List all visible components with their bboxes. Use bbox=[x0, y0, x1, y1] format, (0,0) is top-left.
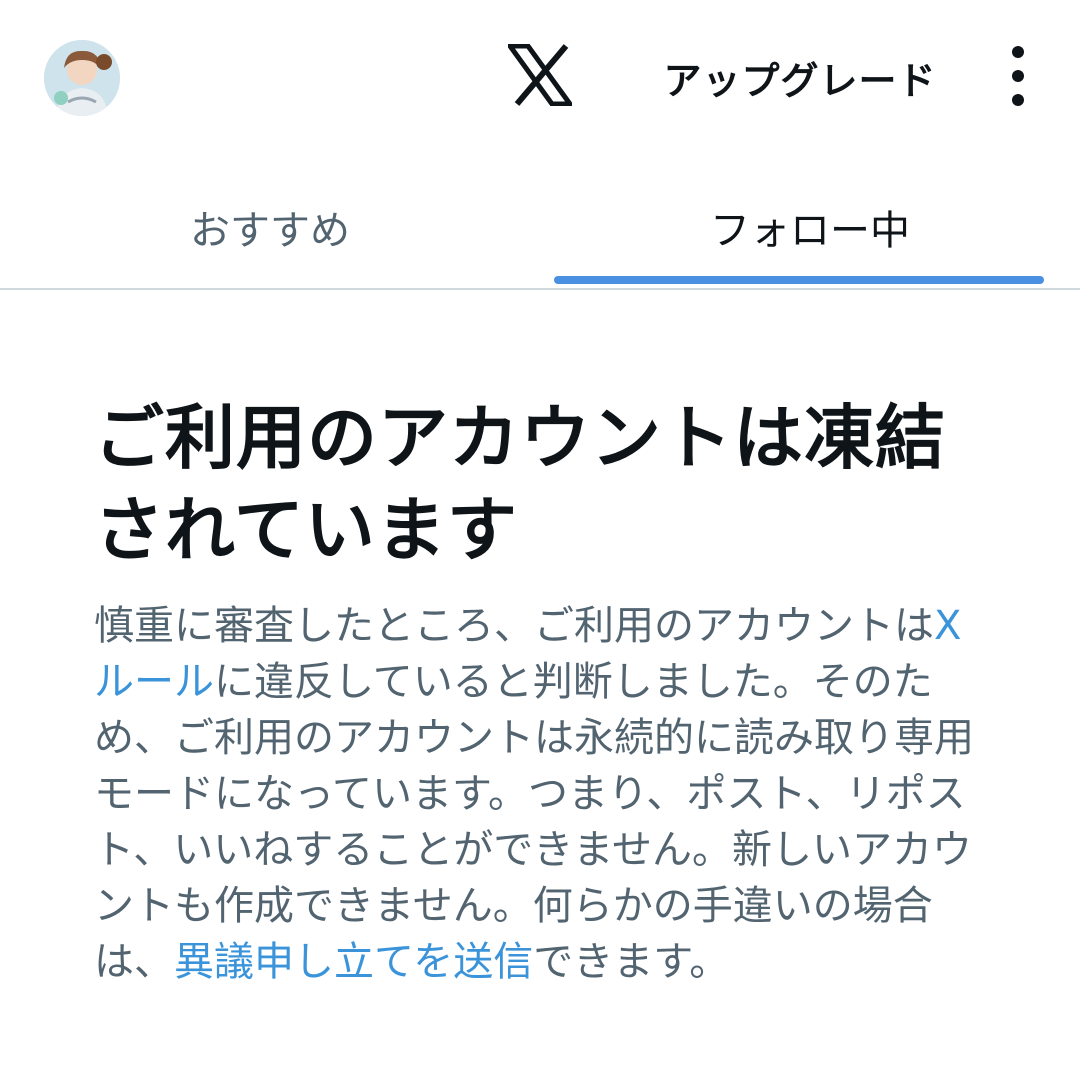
notice-body-text: 慎重に審査したところ、ご利用のアカウントは bbox=[94, 603, 934, 649]
notice-body: 慎重に審査したところ、ご利用のアカウントはXルールに違反していると判断しました。… bbox=[94, 598, 984, 990]
active-tab-indicator bbox=[554, 276, 1044, 284]
notice-body-text: できます。 bbox=[533, 939, 730, 985]
appeal-link[interactable]: 異議申し立てを送信 bbox=[174, 939, 533, 985]
tab-for-you[interactable]: おすすめ bbox=[0, 180, 540, 288]
more-vertical-icon[interactable] bbox=[996, 46, 1040, 106]
tab-following[interactable]: フォロー中 bbox=[540, 180, 1080, 288]
notice-title: ご利用のアカウントは凍結されています bbox=[94, 397, 946, 571]
avatar[interactable] bbox=[44, 40, 120, 116]
upgrade-button[interactable]: アップグレード bbox=[640, 50, 960, 104]
timeline-tabs: おすすめ フォロー中 bbox=[0, 180, 1080, 290]
x-logo-icon[interactable] bbox=[505, 43, 575, 107]
more-dot bbox=[1012, 46, 1024, 58]
more-dot bbox=[1012, 70, 1024, 82]
more-dot bbox=[1012, 94, 1024, 106]
app-screen: アップグレード おすすめ フォロー中 ご利用のアカウントは凍結されています 慎重… bbox=[0, 0, 1080, 1080]
suspension-notice: ご利用のアカウントは凍結されています 慎重に審査したところ、ご利用のアカウントは… bbox=[94, 392, 994, 990]
top-bar: アップグレード bbox=[0, 0, 1080, 150]
notice-body-text: に違反していると判断しました。そのため、ご利用のアカウントは永続的に読み取り専用… bbox=[94, 659, 974, 985]
